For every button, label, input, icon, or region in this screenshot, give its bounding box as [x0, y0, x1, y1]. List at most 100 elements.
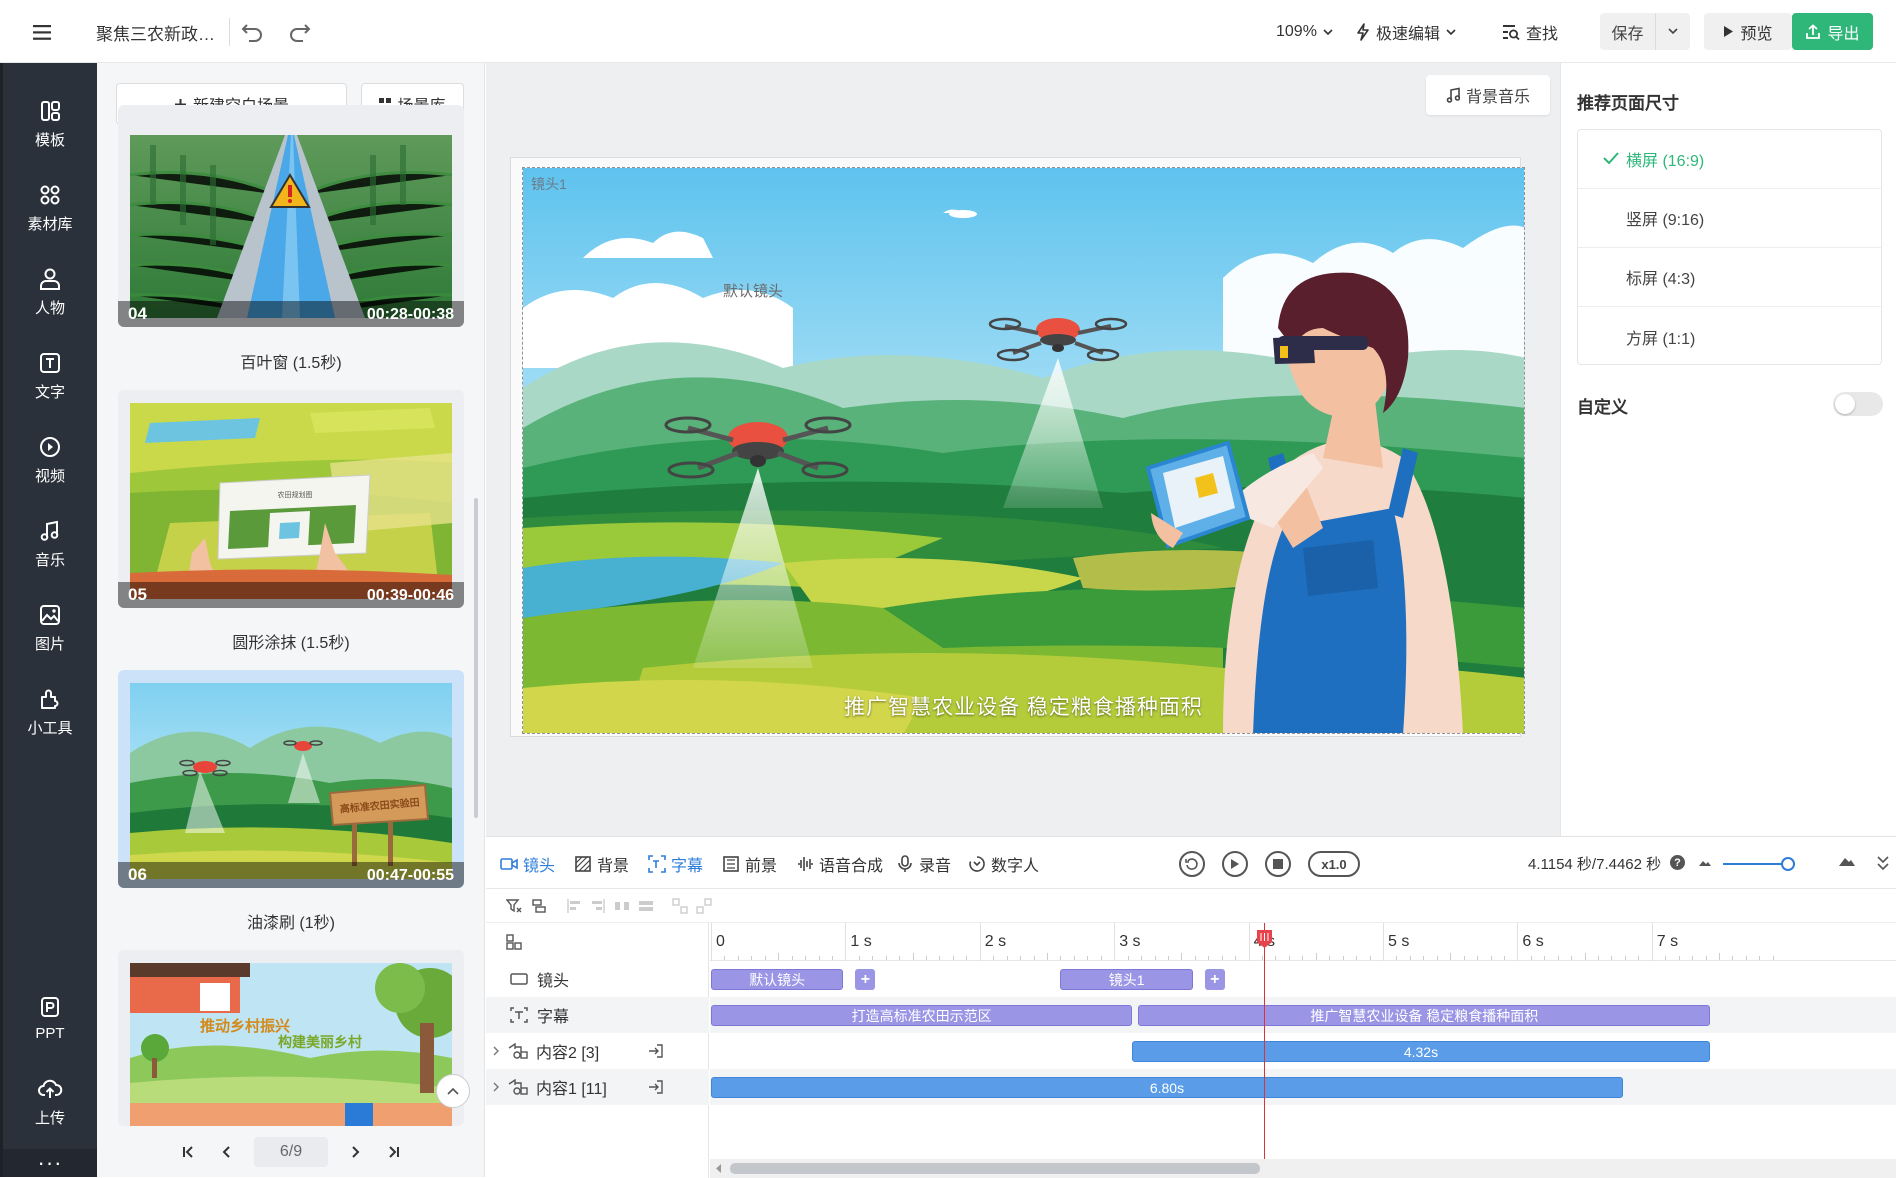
village-slogan-line2: 构建美丽乡村	[278, 1034, 362, 1050]
size-option-square[interactable]: 方屏 (1:1)	[1578, 307, 1881, 364]
shot-clip[interactable]: 默认镜头	[711, 969, 844, 990]
track-enter-icon[interactable]	[648, 1079, 664, 1095]
scene-card[interactable]: 农田规划图 05 00:39-00:46	[118, 390, 464, 608]
playhead-line[interactable]	[1264, 923, 1266, 1178]
size-option-label: 标屏 (4:3)	[1626, 271, 1696, 288]
tab-recording[interactable]: 录音	[896, 853, 951, 875]
size-option-landscape[interactable]: 横屏 (16:9)	[1578, 130, 1881, 189]
ruler-minor-tick	[1033, 956, 1035, 960]
scroll-to-top-button[interactable]	[436, 1074, 470, 1108]
subtitle-clip[interactable]: 推广智慧农业设备 稳定粮食播种面积	[1138, 1005, 1711, 1026]
export-button[interactable]: 导出	[1792, 13, 1873, 50]
ruler-minor-tick	[1557, 956, 1559, 960]
fast-edit-dropdown[interactable]: 极速编辑	[1356, 18, 1456, 46]
stage-canvas[interactable]: 镜头1 默认镜头 推广智慧农业设备 稳定粮食播种面积	[522, 167, 1525, 734]
scene-card-selected[interactable]: 高标准农田实验田 06 00:47-00:55	[118, 670, 464, 888]
ruler-minor-tick	[1181, 953, 1183, 960]
size-option-portrait[interactable]: 竖屏 (9:16)	[1578, 189, 1881, 248]
content-clip[interactable]: 4.32s	[1131, 1041, 1711, 1062]
playback-speed-button[interactable]: x1.0	[1308, 851, 1360, 877]
track-header-subtitle[interactable]: 字幕	[486, 997, 709, 1033]
track-header-content1[interactable]: 内容1 [11]	[486, 1069, 709, 1105]
zoom-dropdown[interactable]: 109%	[1276, 18, 1333, 46]
size-option-standard[interactable]: 标屏 (4:3)	[1578, 248, 1881, 307]
ruler-tick	[1651, 923, 1653, 961]
redo-icon[interactable]	[286, 18, 314, 46]
track-header-shot[interactable]: 镜头	[486, 961, 709, 997]
save-button[interactable]: 保存	[1600, 13, 1656, 50]
scroll-left-icon[interactable]	[716, 1164, 722, 1173]
replay-button[interactable]	[1179, 851, 1205, 877]
help-icon[interactable]: ?	[1670, 855, 1685, 870]
content-clip[interactable]: 6.80s	[711, 1077, 1623, 1098]
collapse-timeline-icon[interactable]	[1876, 855, 1890, 871]
ruler-minor-tick	[1127, 956, 1129, 960]
tab-voice-synthesis[interactable]: 语音合成	[796, 853, 883, 875]
sidebar-item-person[interactable]: 人物	[3, 257, 97, 327]
timeline-zoom-slider[interactable]	[1723, 857, 1795, 871]
sidebar-item-video[interactable]: 视频	[3, 425, 97, 495]
village-slogan-line1: 推动乡村振兴	[200, 1017, 290, 1035]
menu-icon[interactable]	[28, 18, 56, 46]
scrollbar-thumb[interactable]	[730, 1163, 1260, 1174]
custom-size-toggle[interactable]	[1833, 392, 1883, 416]
zoom-out-icon[interactable]	[1698, 859, 1712, 867]
find-button[interactable]: 查找	[1502, 18, 1558, 46]
scene-card[interactable]: 04 00:28-00:38	[118, 105, 464, 327]
filter-icon[interactable]	[506, 898, 522, 914]
timeline-horizontal-scrollbar[interactable]	[710, 1159, 1896, 1178]
play-button[interactable]	[1222, 851, 1248, 877]
export-icon	[1806, 23, 1821, 39]
shot-clip[interactable]: 镜头1	[1060, 969, 1193, 990]
sidebar-item-text[interactable]: 文字	[3, 341, 97, 411]
track-enter-icon[interactable]	[648, 1043, 664, 1059]
save-options-button[interactable]	[1656, 13, 1690, 50]
expand-chevron-icon[interactable]	[492, 1082, 500, 1092]
last-page-icon[interactable]	[384, 1142, 404, 1162]
check-icon	[1603, 152, 1619, 164]
tab-subtitle[interactable]: 字幕	[648, 853, 703, 875]
sidebar-item-image[interactable]: 图片	[3, 593, 97, 663]
subtitle-overlay[interactable]: 推广智慧农业设备 稳定粮食播种面积	[523, 691, 1524, 721]
tab-shot[interactable]: 镜头	[500, 853, 555, 875]
layers-icon[interactable]	[531, 898, 547, 914]
sidebar-item-ppt[interactable]: PPT	[3, 983, 97, 1053]
slider-thumb[interactable]	[1780, 857, 1795, 871]
track-area[interactable]: 01 s2 s3 s4 s5 s6 s7 s 默认镜头 + 镜头1 + 打造高标…	[710, 923, 1896, 1178]
expand-chevron-icon[interactable]	[492, 1046, 500, 1056]
preview-button[interactable]: 预览	[1704, 13, 1792, 50]
sidebar-more-button[interactable]: ···	[3, 1149, 97, 1177]
scene-card[interactable]: 推动乡村振兴 构建美丽乡村	[118, 950, 464, 1126]
scene-list-scrollbar[interactable]	[474, 498, 478, 818]
add-shot-button[interactable]: +	[855, 969, 876, 990]
sidebar-item-upload[interactable]: 上传	[3, 1067, 97, 1137]
sidebar-item-tools[interactable]: 小工具	[3, 677, 97, 747]
document-title[interactable]: 聚焦三农新政…	[96, 18, 230, 46]
track-settings-icon[interactable]	[506, 934, 522, 950]
subtitle-clip[interactable]: 打造高标准农田示范区	[711, 1005, 1133, 1026]
tab-background[interactable]: 背景	[574, 853, 629, 875]
add-shot-button[interactable]: +	[1204, 969, 1225, 990]
tab-foreground[interactable]: 前景	[722, 853, 777, 875]
time-ruler[interactable]: 01 s2 s3 s4 s5 s6 s7 s	[710, 923, 1896, 961]
sidebar-item-asset-library[interactable]: 素材库	[3, 173, 97, 243]
track-name: 内容2 [3]	[536, 1045, 600, 1062]
playhead-handle[interactable]	[1256, 929, 1273, 949]
scene-transition-label: 圆形涂抹 (1.5秒)	[232, 635, 350, 652]
zoom-in-icon[interactable]	[1838, 855, 1856, 867]
prev-page-icon[interactable]	[216, 1142, 236, 1162]
scene-info-bar: 04 00:28-00:38	[118, 301, 464, 327]
tab-digital-human[interactable]: 数字人	[968, 853, 1039, 875]
first-page-icon[interactable]	[178, 1142, 198, 1162]
undo-icon[interactable]	[238, 18, 266, 46]
sidebar-item-music[interactable]: 音乐	[3, 509, 97, 579]
page-number-input[interactable]: 6/9	[254, 1136, 328, 1167]
sidebar-item-template[interactable]: 模板	[3, 89, 97, 159]
stop-button[interactable]	[1265, 851, 1291, 877]
background-music-button[interactable]: 背景音乐	[1426, 75, 1550, 115]
stretch-icon	[639, 901, 653, 911]
track-header-content2[interactable]: 内容2 [3]	[486, 1033, 709, 1069]
next-page-icon[interactable]	[346, 1142, 366, 1162]
track-row-subtitle: 打造高标准农田示范区 推广智慧农业设备 稳定粮食播种面积	[710, 997, 1896, 1033]
ruler-minor-tick	[966, 956, 968, 960]
